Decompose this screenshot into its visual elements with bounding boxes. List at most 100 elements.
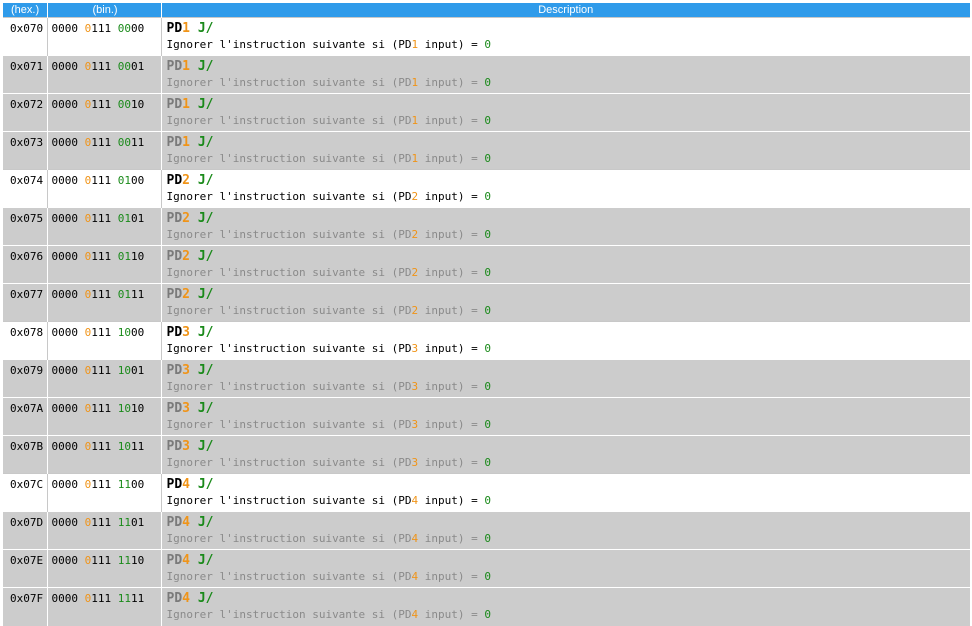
description-after: input) = (418, 114, 485, 127)
mnemonic: PD4 J/ (167, 591, 971, 606)
binary-high: 0000 (51, 60, 79, 73)
description-before: Ignorer l'instruction suivante si ( (166, 304, 399, 317)
binary-low: 0110 (117, 250, 145, 263)
binary-mid: 111 (91, 174, 112, 187)
mnemonic-op: J/ (197, 515, 214, 530)
mnemonic: PD2 J/ (167, 211, 971, 226)
description-before: Ignorer l'instruction suivante si ( (166, 266, 399, 279)
mnemonic-number: 1 (182, 135, 190, 150)
mnemonic: PD1 J/ (167, 97, 971, 112)
mnemonic: PD4 J/ (167, 515, 971, 530)
binary-cell: 0000 0111 1011 (47, 435, 162, 474)
mnemonic-op: J/ (197, 173, 214, 188)
description-after: input) = (418, 380, 485, 393)
mnemonic: PD3 J/ (167, 401, 971, 416)
mnemonic-base: PD (166, 249, 183, 264)
mnemonic: PD1 J/ (167, 59, 971, 74)
description-pd: PD (398, 608, 412, 621)
description-text: Ignorer l'instruction suivante si (PD3 i… (167, 456, 971, 469)
description-value: 0 (484, 304, 492, 317)
table-row: 0x073 0000 0111 0011 PD1 J/ Ignorer l'in… (3, 131, 970, 170)
description-text: Ignorer l'instruction suivante si (PD1 i… (167, 38, 971, 51)
description-text: Ignorer l'instruction suivante si (PD3 i… (167, 418, 971, 431)
hex-code: 0x075 (10, 212, 44, 225)
description-after: input) = (418, 304, 485, 317)
binary-high: 0000 (51, 212, 79, 225)
mnemonic-base: PD (166, 287, 183, 302)
description-value: 0 (484, 76, 492, 89)
description-before: Ignorer l'instruction suivante si ( (166, 380, 399, 393)
binary-high: 0000 (51, 364, 79, 377)
description-pd: PD (398, 532, 412, 545)
table-row: 0x07E 0000 0111 1110 PD4 J/ Ignorer l'in… (3, 549, 970, 588)
description-before: Ignorer l'instruction suivante si ( (166, 228, 399, 241)
description-pd: PD (398, 570, 412, 583)
binary-cell: 0000 0111 1100 (47, 473, 162, 512)
binary-high: 0000 (51, 478, 79, 491)
mnemonic-number: 2 (182, 173, 190, 188)
description-text: Ignorer l'instruction suivante si (PD4 i… (167, 532, 971, 545)
mnemonic: PD3 J/ (167, 363, 971, 378)
description-pd: PD (398, 494, 412, 507)
mnemonic-op: J/ (197, 401, 214, 416)
binary-low: 0011 (117, 136, 145, 149)
mnemonic-base: PD (166, 135, 183, 150)
mnemonic-op: J/ (197, 439, 214, 454)
hex-cell: 0x074 (3, 169, 48, 208)
description-after: input) = (418, 38, 485, 51)
hex-code: 0x07C (10, 478, 44, 491)
hex-cell: 0x071 (3, 55, 48, 94)
binary-cell: 0000 0111 1101 (47, 511, 162, 550)
mnemonic-op: J/ (197, 325, 214, 340)
mnemonic: PD1 J/ (167, 21, 971, 36)
mnemonic-base: PD (166, 363, 183, 378)
description-value: 0 (484, 494, 492, 507)
description-pd: PD (398, 456, 412, 469)
description-value: 0 (484, 38, 492, 51)
description-text: Ignorer l'instruction suivante si (PD2 i… (167, 266, 971, 279)
description-before: Ignorer l'instruction suivante si ( (166, 608, 399, 621)
binary-mid: 111 (91, 250, 112, 263)
mnemonic-op: J/ (197, 97, 214, 112)
hex-code: 0x079 (10, 364, 44, 377)
description-text: Ignorer l'instruction suivante si (PD1 i… (167, 76, 971, 89)
description-cell: PD1 J/ Ignorer l'instruction suivante si… (161, 17, 971, 56)
description-cell: PD2 J/ Ignorer l'instruction suivante si… (161, 283, 970, 322)
binary-high: 0000 (51, 554, 79, 567)
header-hex: (hex.) (3, 3, 48, 18)
description-after: input) = (418, 456, 485, 469)
binary-high: 0000 (51, 326, 79, 339)
description-cell: PD4 J/ Ignorer l'instruction suivante si… (161, 549, 970, 588)
description-cell: PD4 J/ Ignorer l'instruction suivante si… (161, 511, 971, 550)
hex-cell: 0x078 (3, 321, 48, 360)
mnemonic-op: J/ (197, 21, 214, 36)
binary-cell: 0000 0111 1000 (47, 321, 162, 360)
hex-cell: 0x075 (3, 207, 48, 246)
description-before: Ignorer l'instruction suivante si ( (166, 76, 399, 89)
description-cell: PD4 J/ Ignorer l'instruction suivante si… (161, 587, 971, 626)
binary-low: 0101 (117, 212, 145, 225)
opcode-table: (hex.) (bin.) Description 0x070 0000 011… (3, 3, 970, 626)
description-value: 0 (484, 190, 492, 203)
mnemonic: PD3 J/ (167, 325, 971, 340)
mnemonic-base: PD (166, 21, 183, 36)
hex-cell: 0x079 (3, 359, 48, 398)
mnemonic: PD2 J/ (167, 173, 971, 188)
mnemonic-base: PD (166, 97, 183, 112)
binary-low: 1000 (117, 326, 145, 339)
description-cell: PD1 J/ Ignorer l'instruction suivante si… (161, 55, 971, 94)
table-row: 0x070 0000 0111 0000 PD1 J/ Ignorer l'in… (3, 17, 971, 56)
binary-low: 1110 (117, 554, 145, 567)
hex-cell: 0x07B (3, 435, 48, 474)
mnemonic-number: 3 (182, 439, 190, 454)
description-cell: PD1 J/ Ignorer l'instruction suivante si… (161, 93, 971, 132)
mnemonic-base: PD (166, 515, 183, 530)
description-before: Ignorer l'instruction suivante si ( (166, 38, 399, 51)
table-row: 0x074 0000 0111 0100 PD2 J/ Ignorer l'in… (3, 169, 971, 208)
description-cell: PD4 J/ Ignorer l'instruction suivante si… (161, 473, 970, 512)
table-row: 0x076 0000 0111 0110 PD2 J/ Ignorer l'in… (3, 245, 971, 284)
mnemonic-number: 3 (182, 401, 190, 416)
description-cell: PD2 J/ Ignorer l'instruction suivante si… (161, 245, 971, 284)
description-after: input) = (418, 190, 485, 203)
mnemonic-number: 2 (182, 287, 190, 302)
